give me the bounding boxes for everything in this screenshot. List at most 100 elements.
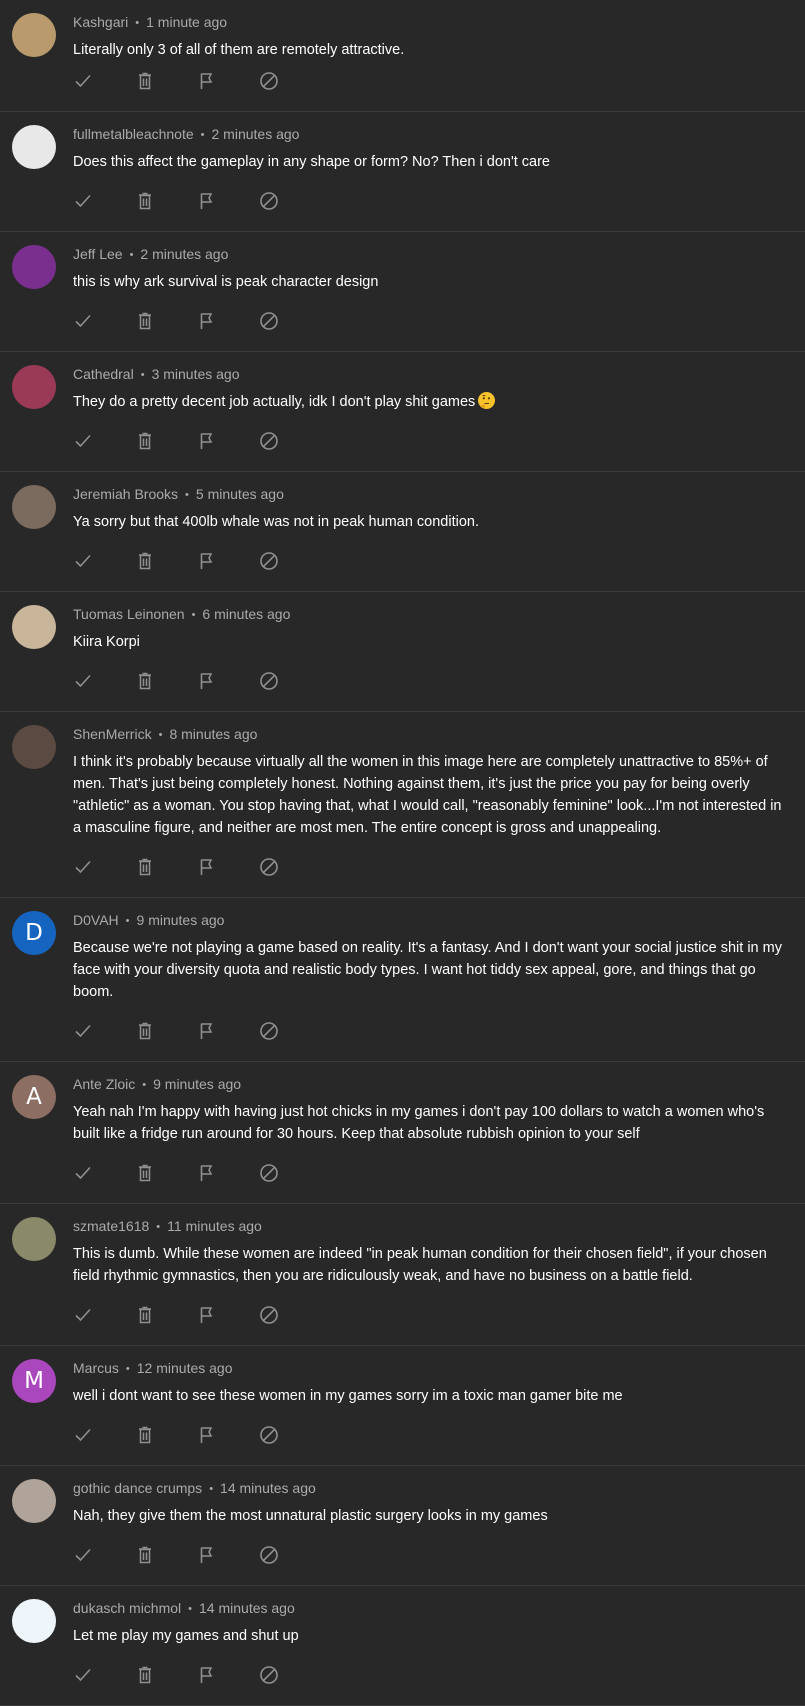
report-button[interactable]	[197, 1425, 217, 1445]
comment-author[interactable]: dukasch michmol	[73, 1600, 181, 1616]
hide-user-button[interactable]	[259, 551, 279, 571]
avatar[interactable]	[12, 245, 56, 289]
comment-author[interactable]: Jeremiah Brooks	[73, 486, 178, 502]
comment-text-row: Nah, they give them the most unnatural p…	[73, 1505, 791, 1527]
report-button[interactable]	[197, 71, 217, 91]
approve-button[interactable]	[73, 1665, 93, 1685]
hide-user-button[interactable]	[259, 431, 279, 451]
comment-time[interactable]: 8 minutes ago	[169, 726, 257, 742]
approve-button[interactable]	[73, 1545, 93, 1565]
remove-button[interactable]	[135, 1545, 155, 1565]
hide-user-button[interactable]	[259, 1545, 279, 1565]
comment-time[interactable]: 11 minutes ago	[167, 1218, 262, 1234]
comment-time[interactable]: 1 minute ago	[146, 14, 227, 30]
hide-user-button[interactable]	[259, 1665, 279, 1685]
comment-time[interactable]: 12 minutes ago	[137, 1360, 233, 1376]
remove-button[interactable]	[135, 1305, 155, 1325]
comment-author[interactable]: Ante Zloic	[73, 1076, 135, 1092]
approve-button[interactable]	[73, 431, 93, 451]
hide-user-button[interactable]	[259, 1305, 279, 1325]
comment-time[interactable]: 14 minutes ago	[220, 1480, 316, 1496]
report-button[interactable]	[197, 1021, 217, 1041]
hide-user-button[interactable]	[259, 311, 279, 331]
avatar[interactable]	[12, 365, 56, 409]
report-button[interactable]	[197, 857, 217, 877]
comment-author[interactable]: ShenMerrick	[73, 726, 152, 742]
comment-actions	[73, 431, 321, 451]
hide-user-button[interactable]	[259, 857, 279, 877]
comment-time[interactable]: 6 minutes ago	[202, 606, 290, 622]
remove-button[interactable]	[135, 431, 155, 451]
comment-author[interactable]: Cathedral	[73, 366, 134, 382]
remove-button[interactable]	[135, 857, 155, 877]
hide-user-button[interactable]	[259, 1021, 279, 1041]
avatar[interactable]	[12, 13, 56, 57]
approve-button[interactable]	[73, 191, 93, 211]
avatar[interactable]	[12, 125, 56, 169]
approve-button[interactable]	[73, 1305, 93, 1325]
avatar[interactable]	[12, 485, 56, 529]
report-button[interactable]	[197, 311, 217, 331]
remove-button[interactable]	[135, 671, 155, 691]
approve-button[interactable]	[73, 1425, 93, 1445]
avatar[interactable]: D	[12, 911, 56, 955]
report-button[interactable]	[197, 1163, 217, 1183]
hide-user-button[interactable]	[259, 71, 279, 91]
approve-button[interactable]	[73, 551, 93, 571]
remove-button[interactable]	[135, 71, 155, 91]
avatar[interactable]	[12, 1599, 56, 1643]
approve-button[interactable]	[73, 1163, 93, 1183]
comment-author[interactable]: gothic dance crumps	[73, 1480, 202, 1496]
avatar[interactable]: A	[12, 1075, 56, 1119]
comment-author[interactable]: fullmetalbleachnote	[73, 126, 194, 142]
comment-time[interactable]: 9 minutes ago	[153, 1076, 241, 1092]
comment-author[interactable]: Jeff Lee	[73, 246, 123, 262]
remove-button[interactable]	[135, 551, 155, 571]
comment-body: ShenMerrick • 8 minutes ago I think it's pr…	[73, 725, 791, 839]
avatar[interactable]: M	[12, 1359, 56, 1403]
comment-time[interactable]: 2 minutes ago	[140, 246, 228, 262]
comment-author[interactable]: Tuomas Leinonen	[73, 606, 185, 622]
comment-time[interactable]: 5 minutes ago	[196, 486, 284, 502]
remove-button[interactable]	[135, 1163, 155, 1183]
comment-list: Kashgari • 1 minute ago Literally only 3 of…	[0, 0, 805, 1706]
checkmark-icon	[74, 1666, 92, 1684]
approve-button[interactable]	[73, 857, 93, 877]
remove-button[interactable]	[135, 1021, 155, 1041]
remove-button[interactable]	[135, 1425, 155, 1445]
flag-icon	[199, 1666, 215, 1684]
hide-user-button[interactable]	[259, 1163, 279, 1183]
comment-author[interactable]: D0VAH	[73, 912, 119, 928]
report-button[interactable]	[197, 551, 217, 571]
hide-user-button[interactable]	[259, 671, 279, 691]
hide-user-button[interactable]	[259, 1425, 279, 1445]
report-button[interactable]	[197, 431, 217, 451]
avatar[interactable]	[12, 725, 56, 769]
checkmark-icon	[74, 1306, 92, 1324]
avatar[interactable]	[12, 1479, 56, 1523]
hide-user-button[interactable]	[259, 191, 279, 211]
avatar[interactable]	[12, 605, 56, 649]
remove-button[interactable]	[135, 311, 155, 331]
comment-time[interactable]: 9 minutes ago	[137, 912, 225, 928]
report-button[interactable]	[197, 1665, 217, 1685]
comment-author[interactable]: Marcus	[73, 1360, 119, 1376]
comment-time[interactable]: 2 minutes ago	[212, 126, 300, 142]
comment-time[interactable]: 3 minutes ago	[152, 366, 240, 382]
approve-button[interactable]	[73, 1021, 93, 1041]
approve-button[interactable]	[73, 671, 93, 691]
comment-author[interactable]: Kashgari	[73, 14, 128, 30]
report-button[interactable]	[197, 191, 217, 211]
remove-button[interactable]	[135, 1665, 155, 1685]
report-button[interactable]	[197, 671, 217, 691]
approve-button[interactable]	[73, 71, 93, 91]
avatar[interactable]	[12, 1217, 56, 1261]
approve-button[interactable]	[73, 311, 93, 331]
comment-author[interactable]: szmate1618	[73, 1218, 149, 1234]
comment-text-row: Let me play my games and shut up	[73, 1625, 791, 1647]
comment-text-row: Because we're not playing a game based o…	[73, 937, 791, 1003]
report-button[interactable]	[197, 1545, 217, 1565]
report-button[interactable]	[197, 1305, 217, 1325]
comment-time[interactable]: 14 minutes ago	[199, 1600, 295, 1616]
remove-button[interactable]	[135, 191, 155, 211]
